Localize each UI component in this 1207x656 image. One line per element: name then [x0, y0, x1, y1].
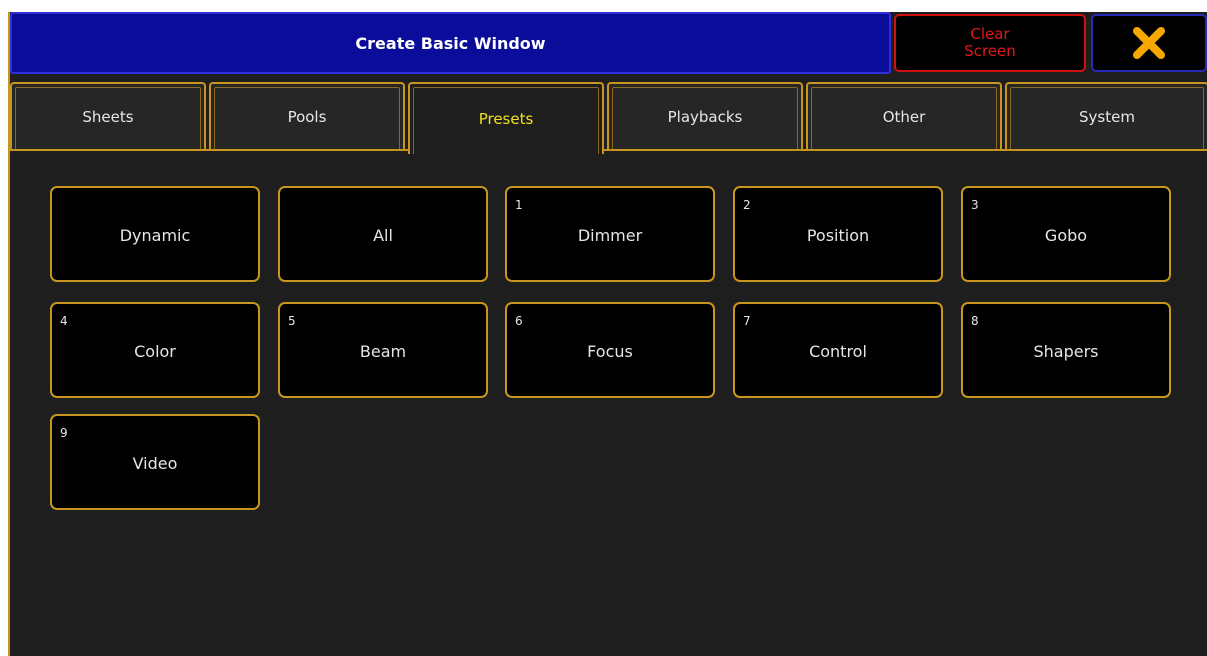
preset-label: All [373, 226, 393, 245]
preset-number: 7 [743, 314, 751, 328]
preset-button-control[interactable]: 7 Control [733, 302, 943, 398]
tab-underline-right [602, 149, 1207, 151]
tab-bar: Sheets Pools Presets Playbacks Other Sys… [10, 78, 1207, 154]
preset-button-video[interactable]: 9 Video [50, 414, 260, 510]
preset-number: 2 [743, 198, 751, 212]
tab-label: System [1079, 108, 1135, 126]
preset-label: Control [809, 342, 867, 361]
preset-number: 9 [60, 426, 68, 440]
preset-button-focus[interactable]: 6 Focus [505, 302, 715, 398]
clear-screen-button[interactable]: Clear Screen [894, 14, 1086, 72]
close-icon [1133, 27, 1165, 59]
preset-button-all[interactable]: All [278, 186, 488, 282]
preset-label: Beam [359, 342, 407, 361]
tab-other[interactable]: Other [806, 82, 1002, 150]
preset-button-gobo[interactable]: 3 Gobo [961, 186, 1171, 282]
preset-label: Dimmer [577, 226, 643, 245]
tab-label: Playbacks [667, 108, 743, 126]
tab-presets[interactable]: Presets [408, 82, 604, 154]
preset-number: 5 [288, 314, 296, 328]
tab-label: Other [882, 108, 926, 126]
preset-label: Shapers [1033, 342, 1099, 361]
tab-system[interactable]: System [1005, 82, 1207, 150]
tab-underline-left [10, 149, 410, 151]
tab-label: Presets [478, 110, 534, 128]
window-title-bar: Create Basic Window [10, 12, 891, 74]
window-title: Create Basic Window [355, 33, 546, 53]
preset-label: Dynamic [119, 226, 191, 245]
preset-number: 1 [515, 198, 523, 212]
clear-screen-label-line2: Screen [964, 42, 1016, 60]
preset-label: Gobo [1044, 226, 1088, 245]
preset-label: Color [134, 342, 176, 361]
preset-button-dynamic[interactable]: Dynamic [50, 186, 260, 282]
tab-sheets[interactable]: Sheets [10, 82, 206, 150]
preset-label: Position [806, 226, 870, 245]
tab-pools[interactable]: Pools [209, 82, 405, 150]
preset-button-shapers[interactable]: 8 Shapers [961, 302, 1171, 398]
preset-number: 6 [515, 314, 523, 328]
tab-label: Sheets [82, 108, 134, 126]
preset-number: 3 [971, 198, 979, 212]
preset-button-dimmer[interactable]: 1 Dimmer [505, 186, 715, 282]
preset-label: Video [132, 454, 178, 473]
create-basic-window: Create Basic Window Clear Screen Sheets … [8, 12, 1207, 656]
preset-button-color[interactable]: 4 Color [50, 302, 260, 398]
clear-screen-label-line1: Clear [970, 25, 1010, 43]
preset-button-position[interactable]: 2 Position [733, 186, 943, 282]
preset-number: 4 [60, 314, 68, 328]
tab-label: Pools [287, 108, 327, 126]
tab-playbacks[interactable]: Playbacks [607, 82, 803, 150]
preset-number: 8 [971, 314, 979, 328]
preset-button-beam[interactable]: 5 Beam [278, 302, 488, 398]
close-button[interactable] [1091, 14, 1207, 72]
preset-label: Focus [587, 342, 633, 361]
